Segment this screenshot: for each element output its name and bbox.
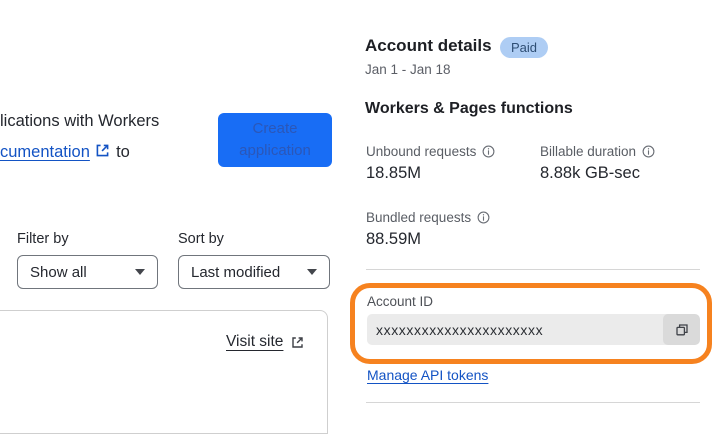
copy-account-id-button[interactable] [663,314,700,345]
dashboard-page: { "left_panel": { "intro_line1": "licati… [0,0,718,434]
filter-by-label: Filter by [17,231,69,247]
metric-label-text: Bundled requests [366,210,472,225]
site-card [0,310,328,434]
bundled-requests-value: 88.59M [366,230,422,248]
sort-by-label: Sort by [178,231,224,247]
account-id-input[interactable] [367,314,663,345]
sort-dropdown-value: Last modified [191,263,281,281]
external-link-icon [290,335,305,350]
intro-suffix-text: to [116,143,130,161]
billable-duration-value: 8.88k GB-sec [540,164,640,182]
unbound-requests-value: 18.85M [366,164,422,182]
workers-pages-functions-title: Workers & Pages functions [365,100,573,117]
documentation-link[interactable]: cumentation [0,143,90,161]
intro-line2: cumentation to [0,137,159,168]
divider [366,269,700,270]
metric-label-text: Unbound requests [366,144,477,159]
billing-date-range: Jan 1 - Jan 18 [365,62,451,77]
intro-line1: lications with Workers [0,106,159,137]
info-icon[interactable] [482,145,495,158]
bundled-requests-label: Bundled requests [366,210,490,225]
visit-site-link[interactable]: Visit site [226,333,305,351]
filter-dropdown[interactable]: Show all [17,255,158,289]
manage-api-tokens-link[interactable]: Manage API tokens [367,367,488,383]
info-icon[interactable] [477,211,490,224]
intro-paragraph: lications with Workers cumentation to [0,106,159,168]
filter-dropdown-value: Show all [30,263,87,281]
sort-dropdown[interactable]: Last modified [178,255,330,289]
unbound-requests-label: Unbound requests [366,144,495,159]
paid-badge-label: Paid [511,40,538,55]
copy-icon [674,322,690,338]
chevron-down-icon [135,269,145,275]
account-details-title: Account details [365,36,492,55]
metric-label-text: Billable duration [540,144,637,159]
visit-site-label: Visit site [226,333,284,350]
paid-badge: Paid [500,37,549,58]
info-icon[interactable] [642,145,655,158]
intro-line1-text: lications with Workers [0,112,160,130]
create-application-button[interactable]: Create application [218,113,332,167]
divider [366,402,700,403]
billable-duration-label: Billable duration [540,144,655,159]
account-id-field [367,314,700,345]
external-link-icon[interactable] [94,142,111,159]
chevron-down-icon [307,269,317,275]
account-id-label: Account ID [367,294,434,309]
